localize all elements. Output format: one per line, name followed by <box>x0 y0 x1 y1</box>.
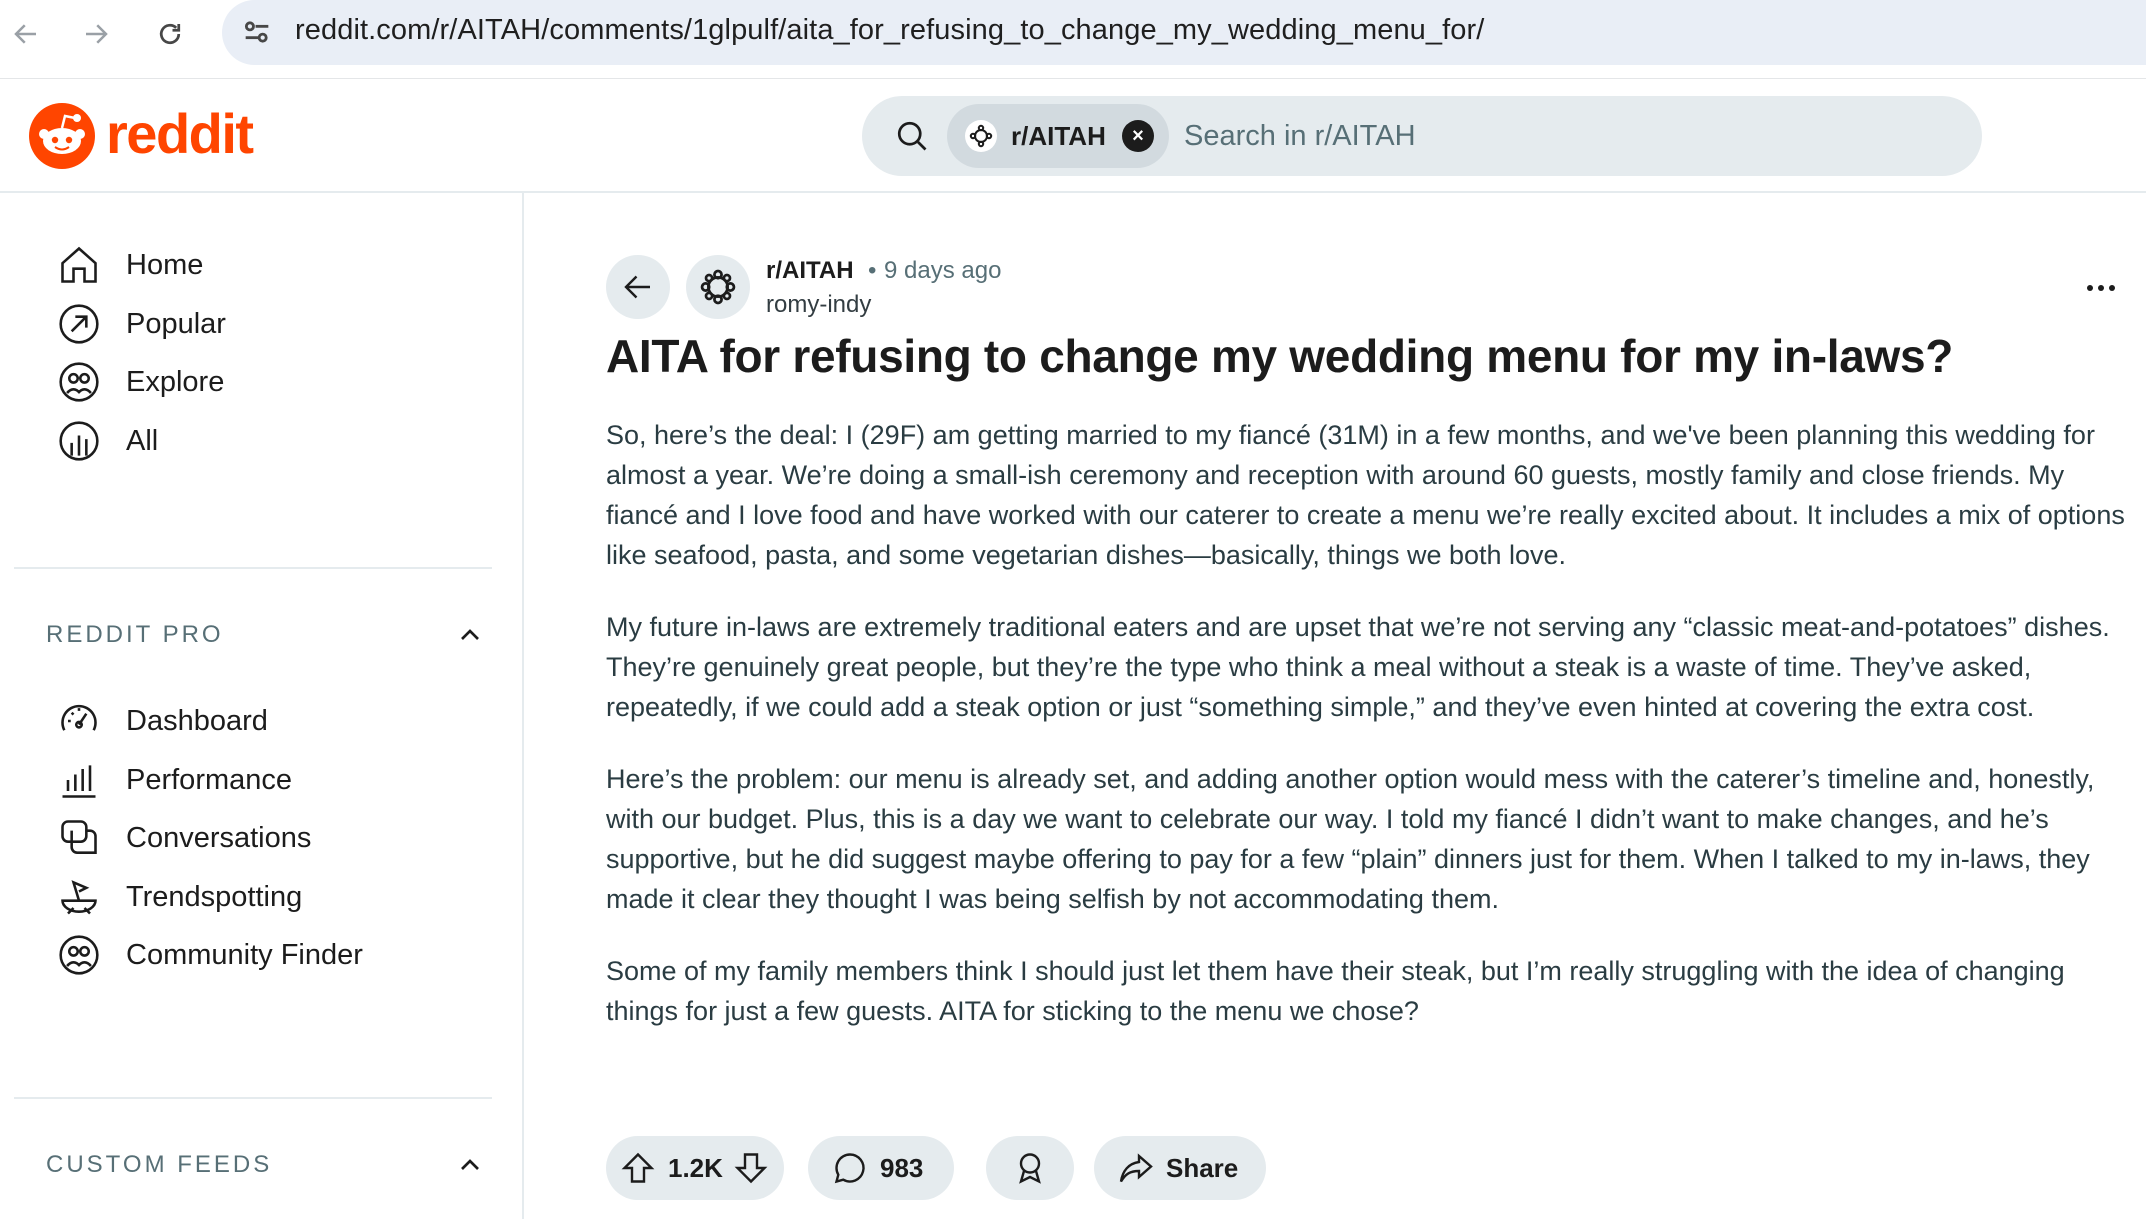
more-options-icon[interactable] <box>2076 271 2126 305</box>
sidebar-item-label: Popular <box>126 307 226 340</box>
vote-count: 1.2K <box>668 1152 723 1183</box>
sidebar-item-label: Dashboard <box>126 704 268 737</box>
post-action-bar: 1.2K 983 Share <box>606 1136 1606 1200</box>
popular-icon <box>56 301 102 347</box>
performance-icon <box>56 757 102 803</box>
downvote-icon[interactable] <box>733 1150 769 1186</box>
browser-forward-button[interactable] <box>76 14 116 54</box>
share-label: Share <box>1166 1152 1239 1183</box>
sidebar-item-label: Community Finder <box>126 938 363 971</box>
custom-feeds-section-header[interactable]: CUSTOM FEEDS <box>46 1141 486 1189</box>
post-author[interactable]: romy-indy <box>766 291 871 319</box>
sidebar-divider <box>14 567 492 569</box>
sidebar-item-dashboard[interactable]: Dashboard <box>38 687 508 755</box>
award-icon <box>1019 1153 1041 1184</box>
browser-back-button[interactable] <box>6 14 46 54</box>
sidebar-item-label: Trendspotting <box>126 880 303 913</box>
comment-icon <box>834 1153 865 1184</box>
sidebar-item-all[interactable]: All <box>38 407 508 475</box>
explore-icon <box>56 359 102 405</box>
conversations-icon <box>56 815 102 861</box>
post-body: So, here’s the deal: I (29F) am getting … <box>606 415 2126 1063</box>
post-timestamp: 9 days ago <box>884 257 1002 284</box>
share-icon <box>1119 1153 1153 1183</box>
sidebar-item-home[interactable]: Home <box>38 231 508 299</box>
post-detail: r/AITAH • 9 days ago romy-indy AITA for … <box>606 193 2146 1219</box>
sidebar-item-label: Conversations <box>126 821 312 854</box>
comments-button[interactable]: 983 <box>808 1136 954 1200</box>
subreddit-link[interactable]: r/AITAH <box>766 257 854 285</box>
site-settings-icon[interactable] <box>240 15 274 49</box>
address-bar[interactable]: reddit.com/r/AITAH/comments/1glpulf/aita… <box>222 0 2146 65</box>
sidebar-item-label: All <box>126 424 159 457</box>
sidebar-item-label: Explore <box>126 365 225 398</box>
chip-label: r/AITAH <box>1011 121 1106 151</box>
arrow-left-icon <box>624 275 650 299</box>
sidebar-divider <box>14 1097 492 1099</box>
chevron-up-icon[interactable] <box>454 1149 486 1181</box>
left-sidebar: Home Popular Explore All REDDIT PRO Dash… <box>0 193 524 1219</box>
comment-count: 983 <box>880 1152 924 1183</box>
sidebar-item-community-finder[interactable]: Community Finder <box>38 921 508 989</box>
post-paragraph: So, here’s the deal: I (29F) am getting … <box>606 420 2125 570</box>
post-title: AITA for refusing to change my wedding m… <box>606 330 1954 382</box>
reload-icon <box>159 23 181 45</box>
post-paragraph: My future in-laws are extremely traditio… <box>606 612 2110 722</box>
upvote-icon[interactable] <box>620 1150 656 1186</box>
back-button[interactable] <box>606 255 670 319</box>
subreddit-search-chip[interactable]: r/AITAH × <box>947 104 1169 168</box>
subreddit-avatar[interactable] <box>686 255 750 319</box>
sidebar-item-explore[interactable]: Explore <box>38 348 508 416</box>
post-paragraph: Some of my family members think I should… <box>606 956 2065 1026</box>
community-finder-icon <box>56 932 102 978</box>
post-paragraph: Here’s the problem: our menu is already … <box>606 764 2095 914</box>
site-header: reddit r/AITAH × <box>0 79 2146 193</box>
section-title: CUSTOM FEEDS <box>46 1151 273 1178</box>
reddit-wordmark[interactable]: reddit <box>106 101 254 166</box>
subreddit-icon <box>700 269 736 305</box>
arrow-left-icon <box>14 24 36 44</box>
meta-separator: • <box>868 257 877 284</box>
award-button[interactable] <box>986 1136 1074 1200</box>
reddit-logo-icon[interactable] <box>29 103 95 169</box>
browser-reload-button[interactable] <box>150 14 190 54</box>
share-button[interactable]: Share <box>1094 1136 1266 1200</box>
search-input[interactable] <box>1184 116 1884 156</box>
trendspotting-icon <box>56 874 102 920</box>
reddit-pro-section-header[interactable]: REDDIT PRO <box>46 611 486 659</box>
sidebar-item-label: Home <box>126 248 204 281</box>
vote-control: 1.2K <box>606 1136 784 1200</box>
url-text[interactable]: reddit.com/r/AITAH/comments/1glpulf/aita… <box>295 14 1484 47</box>
search-icon <box>897 121 927 151</box>
search-bar[interactable]: r/AITAH × <box>862 96 1982 176</box>
home-icon <box>56 242 102 288</box>
section-title: REDDIT PRO <box>46 621 224 648</box>
chevron-up-icon[interactable] <box>454 619 486 651</box>
sidebar-item-label: Performance <box>126 763 293 796</box>
sidebar-item-conversations[interactable]: Conversations <box>38 804 508 872</box>
dashboard-icon <box>56 698 102 744</box>
all-icon <box>56 418 102 464</box>
subreddit-avatar-icon <box>965 120 997 152</box>
browser-toolbar: reddit.com/r/AITAH/comments/1glpulf/aita… <box>0 0 2146 79</box>
arrow-right-icon <box>86 24 108 44</box>
close-icon[interactable]: × <box>1122 120 1154 152</box>
